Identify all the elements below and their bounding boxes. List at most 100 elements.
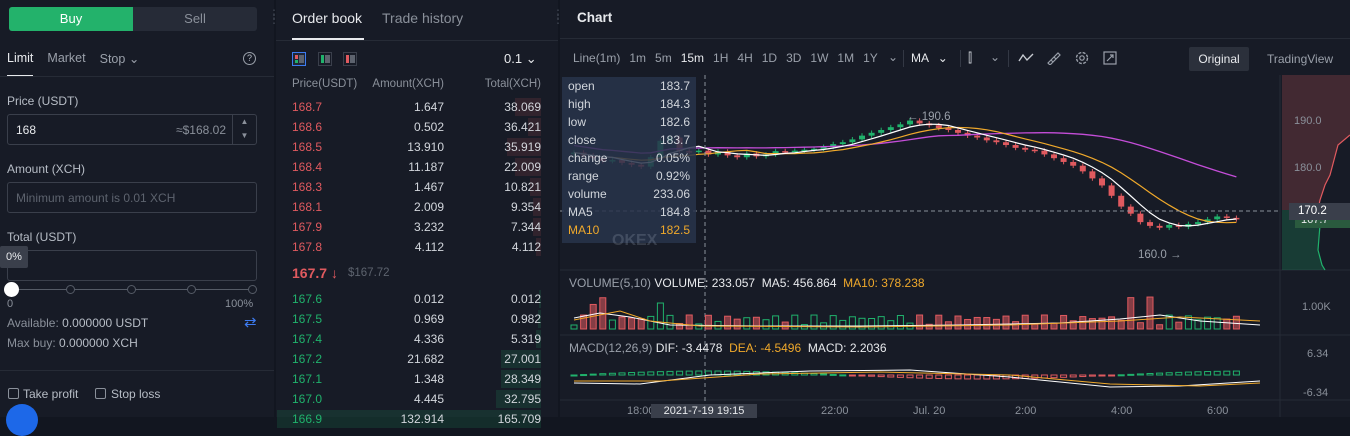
timeframe-4h[interactable]: 4H <box>737 51 752 67</box>
timeframe-1w[interactable]: 1W <box>810 51 828 67</box>
order-total: 32.795 <box>504 392 541 406</box>
ask-row[interactable]: 168.7 1.647 38.069 <box>276 97 558 117</box>
macd-bar <box>704 370 712 376</box>
precision-value: 0.1 <box>504 51 523 66</box>
ask-row[interactable]: 168.5 13.910 35.919 <box>276 137 558 157</box>
sell-tab[interactable]: Sell <box>133 7 257 31</box>
chevron-down-icon[interactable]: ⌄ <box>990 50 1000 64</box>
ask-row[interactable]: 167.9 3.232 7.344 <box>276 217 558 237</box>
ask-row[interactable]: 167.8 4.112 4.112 <box>276 237 558 257</box>
ask-row[interactable]: 168.1 2.009 9.354 <box>276 197 558 217</box>
tab-trade-history[interactable]: Trade history <box>382 10 463 26</box>
timeframe-3d[interactable]: 3D <box>786 51 801 67</box>
bid-row[interactable]: 167.1 1.348 28.349 <box>276 369 558 389</box>
slider-stop[interactable] <box>187 285 196 294</box>
macd-bar <box>1050 374 1058 379</box>
order-price: 168.3 <box>292 180 323 194</box>
col-amount: Amount(XCH) <box>372 78 444 90</box>
indicator-select[interactable]: MA ⌄ <box>911 51 948 65</box>
volume-bar <box>1136 322 1144 330</box>
fullscreen-icon[interactable] <box>1103 51 1117 65</box>
slider-stop[interactable] <box>66 285 75 294</box>
bid-row[interactable]: 166.9 132.914 165.709 <box>276 409 558 429</box>
total-input[interactable] <box>7 250 257 281</box>
info-row: high 184.3 <box>568 97 690 115</box>
info-key: low <box>568 115 587 129</box>
ask-row[interactable]: 168.4 11.187 22.009 <box>276 157 558 177</box>
slider-min-label: 0 <box>7 298 14 310</box>
order-amount: 13.910 <box>407 140 444 154</box>
price-stepper[interactable]: ▲ ▼ <box>232 115 256 144</box>
info-value: 183.7 <box>659 79 690 93</box>
precision-select[interactable]: 0.1 ⌄ <box>504 51 537 67</box>
timeframe-1d[interactable]: 1D <box>762 51 777 67</box>
view-bids-icon[interactable] <box>318 52 332 66</box>
volume-bar <box>1031 323 1039 330</box>
order-price: 167.5 <box>292 312 323 326</box>
gear-icon[interactable] <box>1074 50 1090 66</box>
bids-list: 167.6 0.012 0.012 167.5 0.969 0.982 167.4 4.336… <box>276 289 558 428</box>
buy-tab[interactable]: Buy <box>9 7 133 31</box>
amount-input[interactable]: Minimum amount is 0.01 XCH <box>7 182 257 213</box>
line-tool-icon[interactable] <box>1018 51 1034 65</box>
price-input[interactable]: 168 ≈$168.02 ▲ ▼ <box>7 114 257 145</box>
timeframe-more-icon[interactable]: ⌄ <box>888 50 898 64</box>
timeframe-15m[interactable]: 15m <box>681 51 704 67</box>
chevron-down-icon: ⌄ <box>128 52 140 66</box>
volume-bar <box>1213 317 1221 330</box>
view-both-icon[interactable] <box>292 52 306 66</box>
order-total: 165.709 <box>497 412 541 426</box>
volume-bar <box>628 317 636 330</box>
order-type-tabs: Limit Market Stop ⌄ <box>7 51 139 77</box>
bid-row[interactable]: 167.5 0.969 0.982 <box>276 309 558 329</box>
ruler-icon[interactable] <box>1046 51 1062 65</box>
transfer-icon[interactable]: ⇄ <box>244 313 257 331</box>
tab-limit[interactable]: Limit <box>7 51 34 77</box>
timeframe-1y[interactable]: 1Y <box>863 51 878 67</box>
view-asks-icon[interactable] <box>343 52 357 66</box>
bid-row[interactable]: 167.0 4.445 32.795 <box>276 389 558 409</box>
timeframe-1m[interactable]: 1M <box>837 51 854 67</box>
macd-bar <box>589 373 597 376</box>
order-amount: 0.012 <box>413 292 444 306</box>
ask-row[interactable]: 168.3 1.467 10.821 <box>276 177 558 197</box>
macd-bar <box>1194 371 1202 376</box>
view-original-button[interactable]: Original <box>1189 47 1249 71</box>
order-price: 167.0 <box>292 392 323 406</box>
info-value: 182.5 <box>659 223 690 237</box>
bid-row[interactable]: 167.2 21.682 27.001 <box>276 349 558 369</box>
timeframe-bar: Line(1m) 1m 5m 15m 1H 4H 1D 3D 1W 1M 1Y <box>573 51 878 67</box>
slider-stop[interactable] <box>248 285 257 294</box>
take-profit-checkbox[interactable] <box>8 388 19 399</box>
candlestick-icon[interactable]: ⫿ <box>968 50 972 66</box>
tab-stop[interactable]: Stop ⌄ <box>100 51 140 77</box>
volume-bar <box>964 318 972 330</box>
help-icon[interactable]: ? <box>243 52 256 65</box>
info-row: low 182.6 <box>568 115 690 133</box>
slider-handle[interactable] <box>4 282 19 297</box>
volume-bar <box>656 302 664 330</box>
timeframe-1h[interactable]: 1H <box>713 51 728 67</box>
order-amount: 1.467 <box>413 180 444 194</box>
ask-row[interactable]: 168.6 0.502 36.421 <box>276 117 558 137</box>
asks-list: 168.7 1.647 38.069 168.6 0.502 36.421 168.5 13.… <box>276 97 558 257</box>
macd-bar <box>1184 371 1192 376</box>
timeframe-line1m[interactable]: Line(1m) <box>573 51 620 67</box>
bid-row[interactable]: 167.4 4.336 5.319 <box>276 329 558 349</box>
volume-tick: 1.00K <box>1302 301 1331 313</box>
stop-loss-checkbox[interactable] <box>95 388 106 399</box>
slider-stop[interactable] <box>127 285 136 294</box>
timeframe-5m[interactable]: 5m <box>655 51 672 67</box>
bid-row[interactable]: 167.6 0.012 0.012 <box>276 289 558 309</box>
chat-bubble-icon[interactable] <box>6 404 38 436</box>
tab-market[interactable]: Market <box>47 51 85 77</box>
timeframe-1m[interactable]: 1m <box>629 51 646 67</box>
view-tradingview-button[interactable]: TradingView <box>1267 52 1333 66</box>
order-total: 10.821 <box>504 180 541 194</box>
macd-bar <box>1060 374 1068 378</box>
toolbar-separator <box>960 50 961 67</box>
volume-bar <box>868 318 876 330</box>
tab-orderbook[interactable]: Order book <box>292 10 362 26</box>
macd-bar <box>1127 373 1135 376</box>
candle-body <box>1079 165 1086 172</box>
